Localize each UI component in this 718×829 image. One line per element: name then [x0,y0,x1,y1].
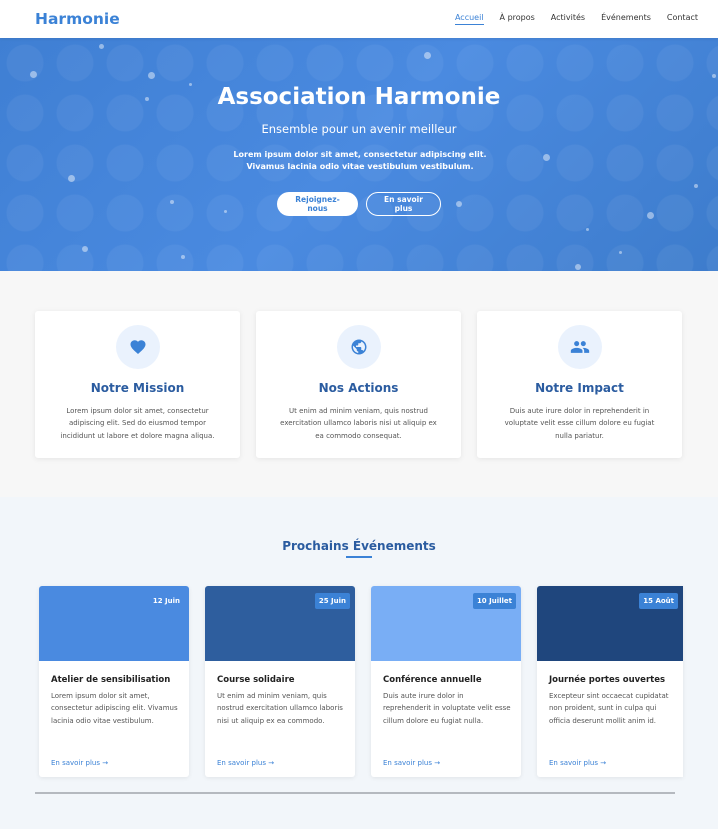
event-card[interactable]: 10 Juillet Conférence annuelle Duis aute… [371,586,521,777]
nav-link-activites[interactable]: Activités [551,13,585,25]
event-link[interactable]: En savoir plus → [217,759,274,767]
event-title: Conférence annuelle [383,675,482,685]
event-card[interactable]: 25 Juin Course solidaire Ut enim ad mini… [205,586,355,777]
nav-link-evenements[interactable]: Événements [601,13,651,25]
events-heading: Prochains Événements [282,539,436,553]
hero-dot [694,184,698,188]
hero-dot [543,154,550,161]
event-link[interactable]: En savoir plus → [383,759,440,767]
feature-card-mission: Notre Mission Lorem ipsum dolor sit amet… [35,311,240,458]
heading-underline [346,556,372,558]
learn-more-button[interactable]: En savoir plus [366,192,441,216]
hero-dot [99,44,104,49]
nav-link-a-propos[interactable]: À propos [500,13,535,25]
event-date-badge: 12 Juin [152,597,180,605]
event-link[interactable]: En savoir plus → [549,759,606,767]
join-button[interactable]: Rejoignez-nous [277,192,358,216]
hero-dot [82,246,88,252]
event-text: Ut enim ad minim veniam, quis nostrud ex… [217,692,343,725]
brand-logo[interactable]: Harmonie [35,10,120,28]
hero-dot [619,251,622,254]
hero-dot [68,175,75,182]
event-date-badge: 25 Juin [314,593,350,609]
event-link[interactable]: En savoir plus → [51,759,108,767]
nav-link-contact[interactable]: Contact [667,13,698,25]
hero-dot [30,71,37,78]
people-icon [557,325,602,369]
hero-dot [424,52,431,59]
feature-text: Duis aute irure dolor in reprehenderit i… [504,407,655,440]
events-section: Prochains Événements 12 Juin Atelier de … [0,497,718,829]
event-image: 12 Juin [39,586,189,661]
event-image: 10 Juillet [371,586,521,661]
event-image: 25 Juin [205,586,355,661]
feature-title: Nos Actions [318,381,399,395]
horizontal-scrollbar[interactable] [35,792,675,794]
event-date-badge: 15 Août [639,593,678,609]
feature-text: Lorem ipsum dolor sit amet, consectetur … [60,407,215,440]
event-text: Duis aute irure dolor in reprehenderit i… [383,692,511,725]
event-text: Excepteur sint occaecat cupidatat non pr… [549,692,669,725]
event-date-badge: 10 Juillet [472,593,516,609]
hero-description: Lorem ipsum dolor sit amet, consectetur … [233,150,487,172]
hero-title: Association Harmonie [217,84,501,110]
feature-text: Ut enim ad minim veniam, quis nostrud ex… [280,407,437,440]
hero-buttons: Rejoignez-nous En savoir plus [0,192,718,216]
feature-card-impact: Notre Impact Duis aute irure dolor in re… [477,311,682,458]
nav-links: Accueil À propos Activités Événements Co… [454,13,698,25]
hero-dot [148,72,155,79]
hero-dot [181,255,185,259]
event-text: Lorem ipsum dolor sit amet, consectetur … [51,692,178,725]
event-image: 15 Août [537,586,683,661]
nav-link-accueil[interactable]: Accueil [454,13,484,25]
hero-dot [712,74,716,78]
features-section: Notre Mission Lorem ipsum dolor sit amet… [0,271,718,497]
feature-card-actions: Nos Actions Ut enim ad minim veniam, qui… [256,311,461,458]
event-title: Course solidaire [217,675,295,685]
hero-banner: Association Harmonie Ensemble pour un av… [0,38,718,271]
feature-title: Notre Mission [90,381,185,395]
event-title: Atelier de sensibilisation [51,675,171,685]
hero-subtitle: Ensemble pour un avenir meilleur [261,122,457,136]
feature-title: Notre Impact [535,381,624,395]
hero-dot [575,264,581,270]
heart-icon [115,325,160,369]
event-title: Journée portes ouvertes [549,675,666,685]
event-card[interactable]: 12 Juin Atelier de sensibilisation Lorem… [39,586,189,777]
event-card[interactable]: 15 Août Journée portes ouvertes Excepteu… [537,586,683,777]
top-navbar: Harmonie Accueil À propos Activités Évén… [0,0,718,38]
globe-icon [336,325,381,369]
hero-dot [586,228,589,231]
